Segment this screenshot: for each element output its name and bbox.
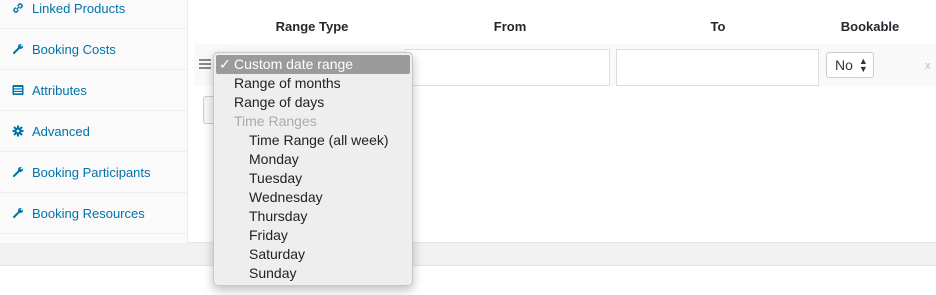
option-monday[interactable]: Monday [214,150,412,169]
header-range-type: Range Type [275,19,349,34]
option-thursday[interactable]: Thursday [214,207,412,226]
sidebar-item-label: Linked Products [32,0,126,16]
link-icon [12,2,24,14]
bookable-value: No [835,57,853,73]
range-type-dropdown[interactable]: ✓ Custom date range Range of months Range… [213,52,413,286]
stepper-arrows-icon: ▲ ▼ [858,56,868,74]
sidebar-item-booking-participants[interactable]: Booking Participants [0,152,188,193]
sidebar-item-label: Booking Costs [32,41,116,57]
remove-row-button[interactable]: x [925,60,931,72]
option-range-of-days[interactable]: Range of days [214,93,412,112]
header-to: To [710,19,726,34]
gear-icon [12,125,24,137]
bookable-select[interactable]: No ▲ ▼ [826,52,874,78]
checkmark-icon: ✓ [219,56,231,72]
panel-gap [0,244,936,265]
sidebar-item-attributes[interactable]: Attributes [0,70,188,111]
sidebar-item-label: Advanced [32,123,90,139]
booking-panel: Linked Products Booking Costs Attributes… [0,0,936,243]
sidebar-item-advanced[interactable]: Advanced [0,111,188,152]
to-field[interactable] [616,49,819,86]
option-saturday[interactable]: Saturday [214,245,412,264]
header-from: From [493,19,527,34]
from-field[interactable] [405,49,610,86]
sidebar-item-linked-products[interactable]: Linked Products [0,0,188,29]
sidebar-item-booking-costs[interactable]: Booking Costs [0,29,188,70]
sidebar-item-label: Attributes [32,82,87,98]
wrench-icon [12,207,24,219]
sidebar-item-label: Booking Participants [32,164,151,180]
option-time-range-all-week[interactable]: Time Range (all week) [214,131,412,150]
option-range-of-months[interactable]: Range of months [214,74,412,93]
option-friday[interactable]: Friday [214,226,412,245]
wrench-icon [12,43,24,55]
header-bookable: Bookable [840,19,900,34]
sidebar-item-label: Booking Resources [32,205,145,221]
optgroup-time-ranges: Time Ranges [234,113,317,129]
product-data-tabs: Linked Products Booking Costs Attributes… [0,0,188,243]
list-icon [12,84,24,96]
option-tuesday[interactable]: Tuesday [214,169,412,188]
sidebar-item-booking-resources[interactable]: Booking Resources [0,193,188,234]
option-wednesday[interactable]: Wednesday [214,188,412,207]
option-sunday[interactable]: Sunday [214,264,412,283]
drag-handle-icon[interactable] [199,59,211,69]
wrench-icon [12,166,24,178]
next-panel [0,265,936,295]
option-custom-date-range[interactable]: ✓ Custom date range [216,55,410,74]
